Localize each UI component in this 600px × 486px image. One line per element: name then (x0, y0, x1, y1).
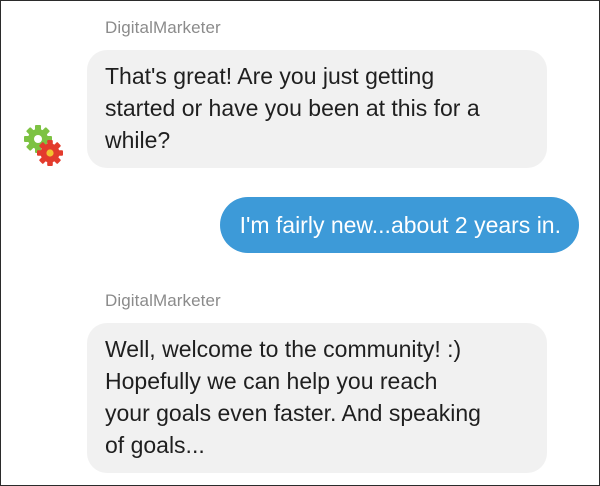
message-text: Well, welcome to the community! :) Hopef… (105, 336, 481, 458)
sender-name: DigitalMarketer (105, 291, 221, 310)
incoming-message-bubble: Well, welcome to the community! :) Hopef… (87, 323, 547, 473)
message-text: That's great! Are you just getting start… (105, 63, 480, 153)
message-text: I'm fairly new...about 2 years in. (239, 212, 561, 238)
gears-icon (24, 125, 63, 166)
chat-window: DigitalMarketer That's great! Are you ju… (0, 0, 600, 486)
bot-avatar (23, 124, 67, 168)
sender-name: DigitalMarketer (105, 18, 221, 37)
incoming-message-bubble: That's great! Are you just getting start… (87, 50, 547, 168)
outgoing-message-bubble: I'm fairly new...about 2 years in. (219, 197, 579, 253)
